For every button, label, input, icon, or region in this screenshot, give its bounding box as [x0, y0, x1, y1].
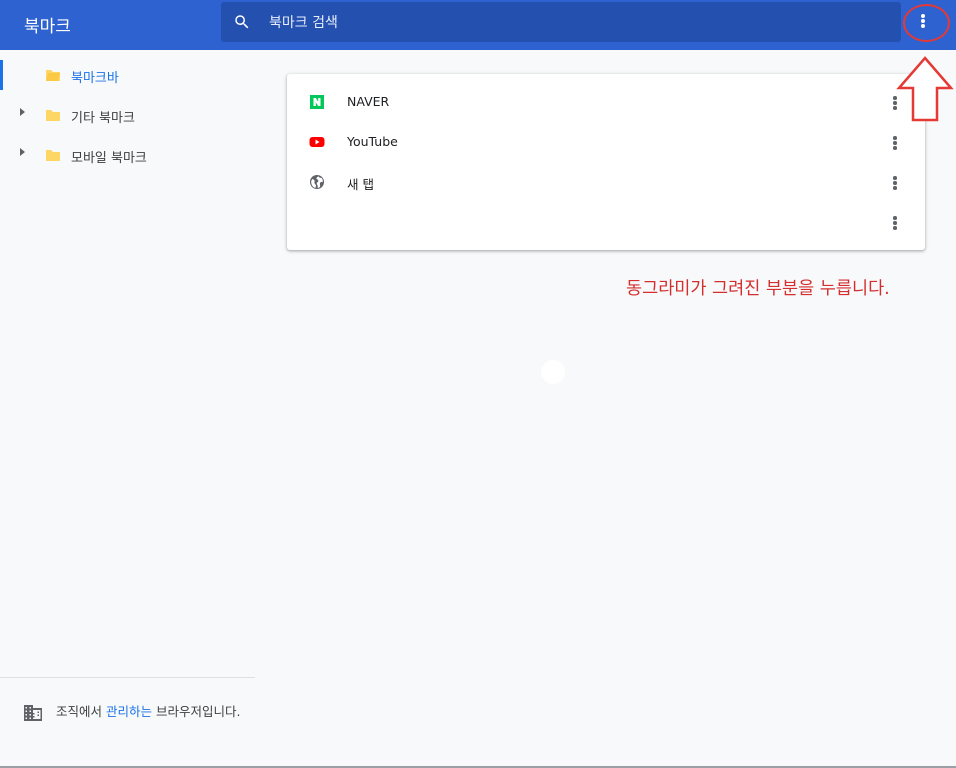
sidebar-item-bookmarks-bar[interactable]: 북마크바: [0, 50, 255, 90]
page-title: 북마크: [24, 17, 71, 37]
bookmark-title: NAVER: [347, 94, 390, 109]
instruction-text: 동그라미가 그려진 부분을 누릅니다.: [626, 279, 890, 299]
managed-text-after: 브라우저입니다.: [152, 704, 241, 719]
managed-link[interactable]: 관리하는: [106, 704, 152, 719]
selection-indicator: [0, 60, 3, 90]
search-icon[interactable]: [233, 13, 251, 31]
highlight-circle: [903, 4, 950, 42]
list-item[interactable]: NAVER: [287, 82, 925, 122]
folder-icon: [46, 110, 60, 121]
sidebar-item-other-bookmarks[interactable]: 기타 북마크: [0, 90, 255, 130]
search-box[interactable]: [221, 2, 901, 44]
more-vert-icon[interactable]: [883, 130, 907, 154]
bookmark-list: NAVER YouTube 새 탭: [287, 74, 925, 250]
bookmark-title: YouTube: [347, 134, 398, 149]
folder-icon: [46, 150, 60, 161]
expand-arrow-icon[interactable]: [20, 108, 25, 116]
naver-favicon: [310, 95, 324, 109]
list-item[interactable]: [287, 202, 925, 242]
sidebar-item-label: 모바일 북마크: [71, 151, 147, 166]
top-toolbar: 북마크: [0, 0, 956, 50]
search-input[interactable]: [267, 2, 871, 44]
sidebar-divider: [0, 677, 255, 678]
more-vert-icon[interactable]: [883, 170, 907, 194]
youtube-favicon: [309, 137, 325, 147]
sidebar-item-label: 기타 북마크: [71, 111, 135, 126]
building-icon: [24, 705, 42, 721]
list-item[interactable]: 새 탭: [287, 162, 925, 202]
sidebar-item-mobile-bookmarks[interactable]: 모바일 북마크: [0, 130, 255, 170]
more-vert-icon[interactable]: [883, 210, 907, 234]
managed-text-before: 조직에서: [56, 704, 106, 719]
sidebar: 북마크바 기타 북마크 모바일 북마크 조직에서 관리하는 브라우저입니다.: [0, 50, 255, 768]
bookmark-title: 새 탭: [347, 177, 374, 192]
loading-spinner: [541, 360, 565, 384]
list-item[interactable]: YouTube: [287, 122, 925, 162]
managed-browser-notice: 조직에서 관리하는 브라우저입니다.: [56, 702, 246, 722]
sidebar-item-label: 북마크바: [71, 71, 119, 86]
expand-arrow-icon[interactable]: [20, 148, 25, 156]
up-arrow-icon: [896, 56, 954, 122]
folder-open-icon: [46, 70, 60, 81]
globe-icon: [310, 175, 324, 189]
